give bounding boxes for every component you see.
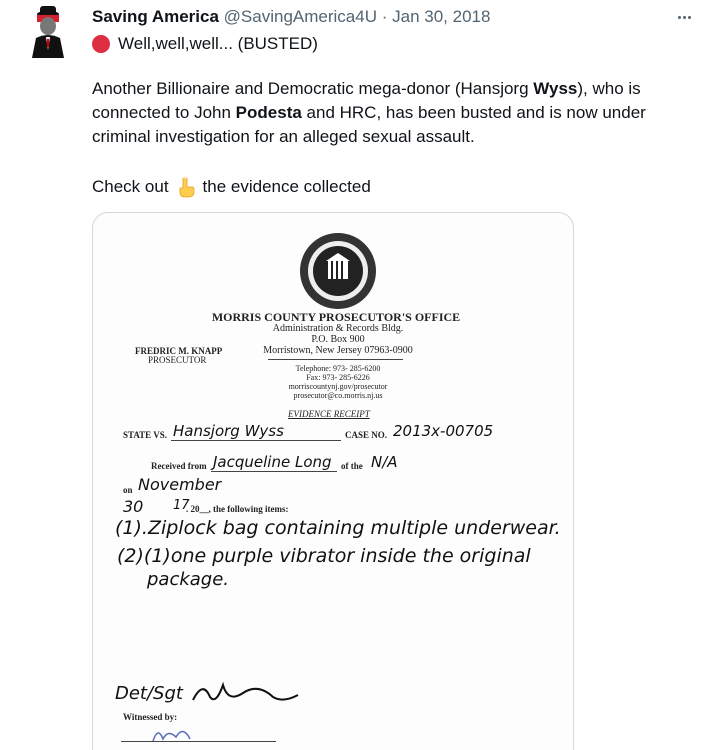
separator: · (381, 7, 388, 26)
field-line (171, 440, 341, 441)
tweet-date[interactable]: Jan 30, 2018 (392, 7, 490, 26)
hw-item-2: (2)(1)one purple vibrator inside the ori… (117, 545, 531, 567)
tweet-header: Saving America @SavingAmerica4U · Jan 30… (92, 6, 490, 28)
state-vs-label: STATE VS. (123, 430, 168, 440)
tweet-checkout-line: Check out the evidence collected (92, 175, 371, 199)
following-items-label: . 20__, the following items: (186, 504, 289, 514)
tweet: Saving America @SavingAmerica4U · Jan 30… (0, 0, 728, 750)
divider (268, 359, 403, 360)
on-label: on (123, 485, 133, 495)
tweet-image[interactable]: MORRIS COUNTY PROSECUTOR'S OFFICE Admini… (92, 212, 574, 750)
prosecutor-title: PROSECUTOR (148, 355, 207, 365)
field-line (121, 741, 276, 742)
hw-month: November (138, 475, 222, 494)
hw-item-3: package. (147, 569, 230, 590)
field-line (211, 471, 337, 472)
hw-item-1: (1).Ziplock bag containing multiple unde… (115, 517, 561, 539)
pointing-down-emoji-icon (179, 177, 194, 198)
hw-defendant: Hansjorg Wyss (173, 422, 284, 440)
handle[interactable]: @SavingAmerica4U (224, 7, 377, 26)
hw-of-the: N/A (371, 453, 398, 471)
prosecutor-seal-icon (300, 233, 376, 309)
body-text-bold-podesta: Podesta (235, 103, 302, 122)
of-the-label: of the (341, 461, 363, 471)
more-options-icon[interactable] (678, 6, 698, 26)
tweet-body: Another Billionaire and Democratic mega-… (92, 77, 692, 149)
hw-case-number: 2013x-00705 (393, 422, 494, 440)
body-text-a: Another Billionaire and Democratic mega-… (92, 79, 534, 98)
signature-scribble (192, 681, 299, 701)
case-no-label: CASE NO. (345, 430, 388, 440)
contact-line-4: prosecutor@co.morris.nj.us (293, 391, 383, 400)
hw-day: 30 (123, 497, 144, 516)
body-text-bold-wyss: Wyss (533, 79, 578, 98)
hw-received-from: Jacqueline Long (213, 453, 332, 471)
display-name[interactable]: Saving America (92, 7, 219, 26)
avatar[interactable] (28, 6, 68, 58)
checkout-text-after: the evidence collected (202, 177, 371, 196)
evidence-receipt-document: MORRIS COUNTY PROSECUTOR'S OFFICE Admini… (93, 213, 573, 750)
tweet-line-1: Well,well,well... (BUSTED) (92, 33, 318, 55)
receipt-title: EVIDENCE RECEIPT (288, 409, 370, 419)
received-from-label: Received from (151, 461, 207, 471)
hw-signature: Det/Sgt (115, 683, 183, 704)
red-circle-emoji-icon (92, 35, 110, 53)
checkout-text-before: Check out (92, 177, 169, 196)
address-line-3: Morristown, New Jersey 07963-0900 (263, 345, 413, 356)
tweet-line-1-text: Well,well,well... (BUSTED) (118, 34, 318, 53)
